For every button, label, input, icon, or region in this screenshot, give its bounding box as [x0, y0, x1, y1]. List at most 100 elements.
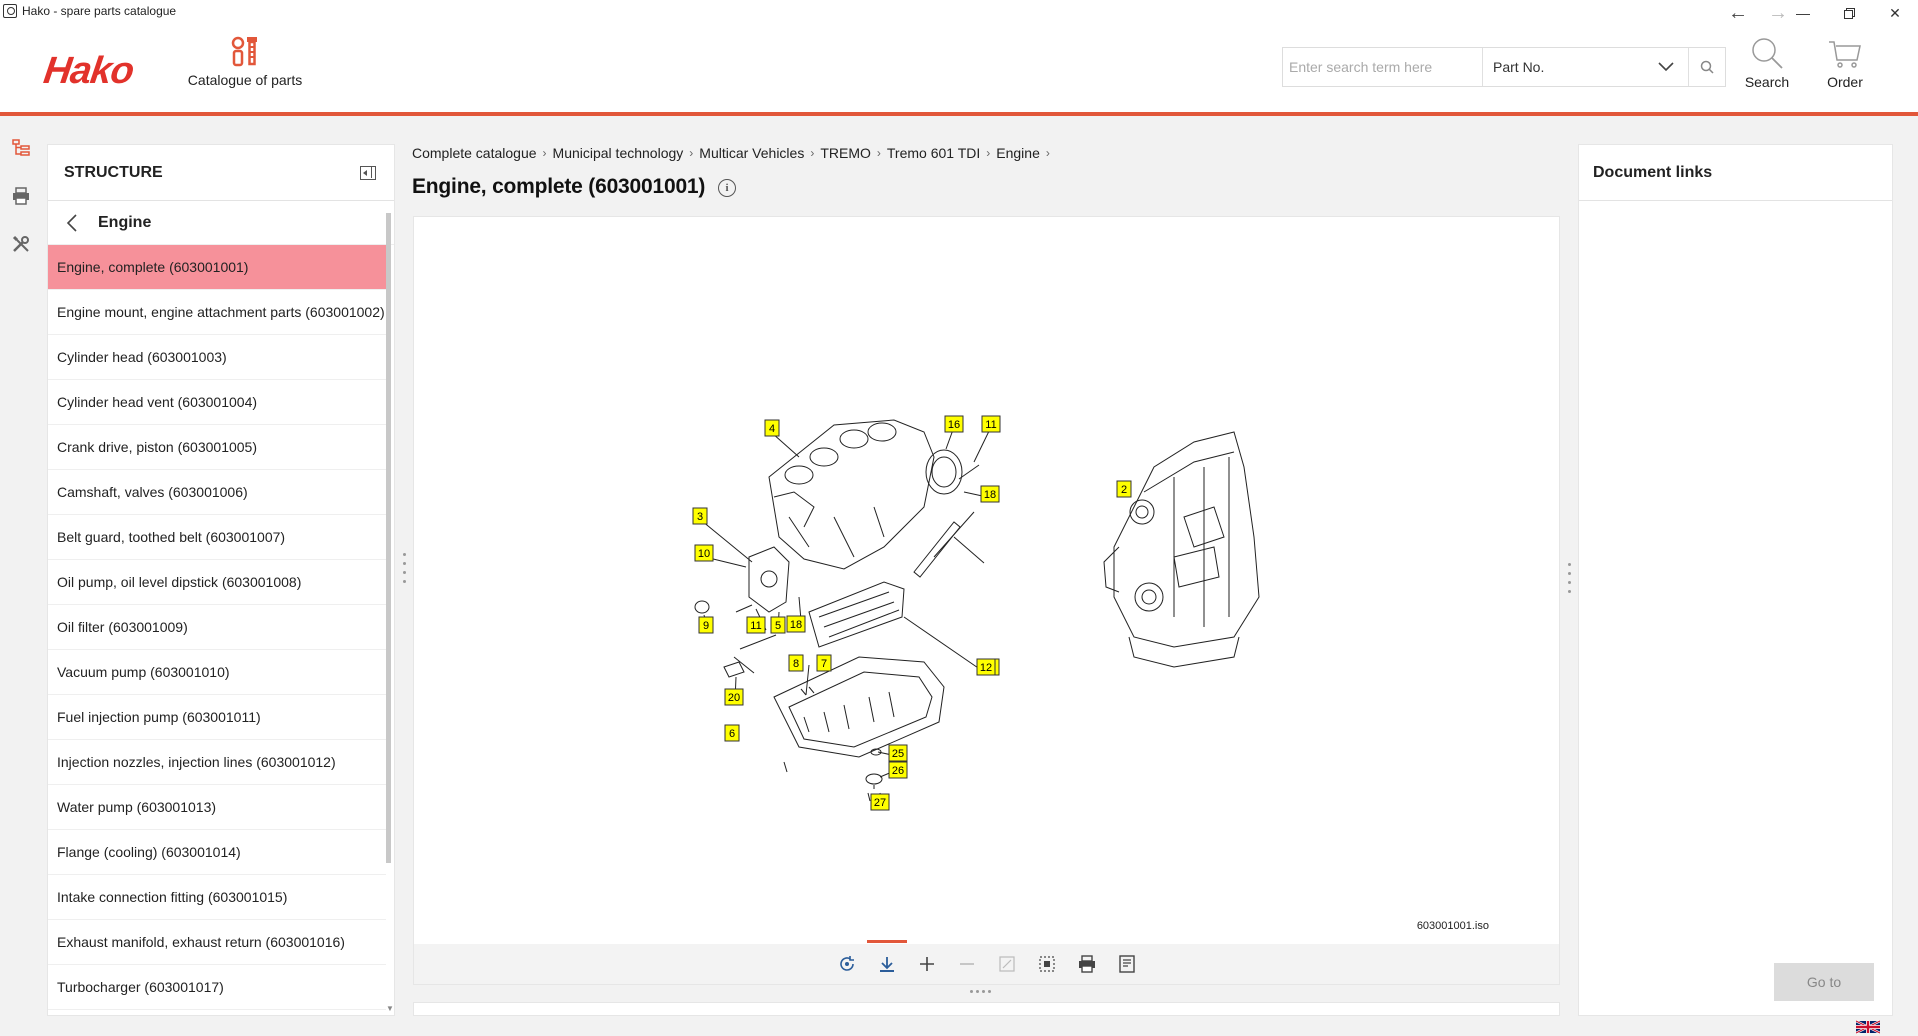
breadcrumb-separator-icon: › — [1045, 146, 1050, 160]
fit-view-button[interactable] — [996, 953, 1018, 975]
zoom-selection-button[interactable] — [1036, 953, 1058, 975]
info-icon[interactable]: i — [718, 179, 736, 197]
structure-scrollbar[interactable]: ▼ — [384, 201, 394, 1013]
refresh-icon — [839, 956, 854, 971]
catalogue-label: Catalogue of parts — [187, 72, 303, 88]
breadcrumb-separator-icon: › — [542, 146, 547, 160]
tools-rail-button[interactable] — [0, 220, 42, 268]
structure-item[interactable]: Camshaft, valves (603001006) — [48, 470, 386, 515]
app-icon — [3, 4, 17, 18]
callout-label: 25 — [892, 748, 904, 760]
callout-11[interactable]: 11 — [981, 415, 1001, 433]
callout-5[interactable]: 5 — [770, 616, 786, 634]
breadcrumb-item[interactable]: Tremo 601 TDI — [887, 145, 980, 161]
callout-4[interactable]: 4 — [764, 419, 780, 437]
callout-label: 9 — [703, 620, 709, 632]
structure-item[interactable]: Oil filter (603001009) — [48, 605, 386, 650]
zoom-out-button[interactable] — [956, 953, 978, 975]
callout-8[interactable]: 8 — [788, 654, 804, 672]
plus-icon — [919, 957, 934, 971]
bottom-splitter-handle[interactable] — [970, 990, 991, 993]
breadcrumb-separator-icon: › — [689, 146, 694, 160]
download-button[interactable] — [866, 940, 907, 975]
search-button[interactable]: Search — [1742, 36, 1792, 90]
callout-label: 11 — [750, 620, 761, 632]
callout-6[interactable]: 6 — [724, 724, 740, 742]
callout-label: 16 — [948, 419, 960, 431]
search-icon — [1700, 60, 1714, 74]
collapse-panel-icon[interactable] — [360, 165, 376, 180]
breadcrumb-item[interactable]: TREMO — [820, 145, 871, 161]
structure-back-row[interactable]: Engine — [48, 201, 394, 245]
breadcrumb-item[interactable]: Multicar Vehicles — [699, 145, 804, 161]
left-splitter-handle[interactable] — [401, 553, 407, 583]
callout-2[interactable]: 2 — [1116, 480, 1132, 498]
callout-3[interactable]: 3 — [692, 507, 708, 525]
structure-current-node: Engine — [98, 213, 152, 231]
catalogue-of-parts-button[interactable]: Catalogue of parts — [178, 34, 312, 88]
search-mode-select[interactable]: Part No. — [1483, 48, 1689, 86]
structure-item[interactable]: Intake connection fitting (603001015) — [48, 875, 386, 920]
callout-label: 27 — [874, 797, 886, 809]
structure-item[interactable]: Belt guard, toothed belt (603001007) — [48, 515, 386, 560]
structure-panel: STRUCTURE Engine Engine, complete (60300… — [47, 144, 395, 1016]
chevron-left-icon — [66, 213, 77, 232]
go-to-button[interactable]: Go to — [1774, 963, 1874, 1001]
structure-item[interactable]: Turbocharger (603001017) — [48, 965, 386, 1010]
hako-logo[interactable]: Hako — [41, 50, 136, 93]
callout-16[interactable]: 16 — [944, 415, 964, 433]
document-links-panel: Document links Go to — [1578, 144, 1893, 1016]
search-input[interactable] — [1283, 48, 1483, 86]
breadcrumb-item[interactable]: Municipal technology — [553, 145, 684, 161]
breadcrumb-separator-icon: › — [986, 146, 991, 160]
callout-26[interactable]: 26 — [888, 761, 908, 779]
exploded-engine-drawing[interactable]: 41611318101718911587122062526272 — [414, 217, 1559, 944]
language-flag-icon[interactable] — [1856, 1020, 1880, 1034]
scroll-down-icon[interactable]: ▼ — [386, 1004, 394, 1013]
callout-7[interactable]: 7 — [816, 654, 832, 672]
structure-item[interactable]: Injection nozzles, injection lines (6030… — [48, 740, 386, 785]
structure-item[interactable]: Vacuum pump (603001010) — [48, 650, 386, 695]
callout-label: 8 — [793, 658, 799, 670]
print-drawing-button[interactable] — [1076, 953, 1098, 975]
callout-18[interactable]: 18 — [786, 615, 806, 633]
structure-item[interactable]: Engine mount, engine attachment parts (6… — [48, 290, 386, 335]
structure-tree-button[interactable] — [0, 124, 42, 172]
right-splitter-handle[interactable] — [1566, 563, 1572, 593]
structure-item[interactable]: Cylinder head (603001003) — [48, 335, 386, 380]
document-links-title: Document links — [1579, 145, 1892, 201]
scrollbar-thumb[interactable] — [386, 213, 391, 863]
structure-list: Engine, complete (603001001) Engine mount… — [48, 245, 394, 1010]
reset-view-button[interactable] — [836, 953, 858, 975]
breadcrumb-item[interactable]: Complete catalogue — [412, 145, 537, 161]
structure-item[interactable]: Oil pump, oil level dipstick (603001008) — [48, 560, 386, 605]
callout-27[interactable]: 27 — [870, 793, 890, 811]
search-submit-button[interactable] — [1689, 48, 1725, 86]
structure-item[interactable]: Cylinder head vent (603001004) — [48, 380, 386, 425]
callout-18[interactable]: 18 — [980, 485, 1000, 503]
callout-11[interactable]: 11 — [746, 616, 766, 634]
structure-item[interactable]: Water pump (603001013) — [48, 785, 386, 830]
print-rail-button[interactable] — [0, 172, 42, 220]
callout-label: 18 — [790, 619, 802, 631]
structure-item[interactable]: Fuel injection pump (603001011) — [48, 695, 386, 740]
structure-item[interactable]: Engine, complete (603001001) — [48, 245, 386, 290]
notes-button[interactable] — [1116, 953, 1138, 975]
callout-12[interactable]: 12 — [976, 658, 996, 676]
callout-label: 11 — [985, 419, 996, 431]
structure-header: STRUCTURE — [48, 145, 394, 201]
breadcrumb-separator-icon: › — [876, 146, 881, 160]
callout-25[interactable]: 25 — [888, 744, 908, 762]
callout-label: 7 — [821, 658, 827, 670]
structure-item[interactable]: Flange (cooling) (603001014) — [48, 830, 386, 875]
order-button[interactable]: Order — [1822, 36, 1868, 90]
callout-10[interactable]: 10 — [694, 544, 714, 562]
app-header: Hako Catalogue of parts Part No. Search … — [0, 22, 1918, 116]
structure-item[interactable]: Crank drive, piston (603001005) — [48, 425, 386, 470]
callout-label: 18 — [984, 489, 996, 501]
breadcrumb-item[interactable]: Engine — [996, 145, 1040, 161]
structure-item[interactable]: Exhaust manifold, exhaust return (603001… — [48, 920, 386, 965]
callout-9[interactable]: 9 — [698, 616, 714, 634]
zoom-in-button[interactable] — [916, 953, 938, 975]
callout-20[interactable]: 20 — [724, 688, 744, 706]
